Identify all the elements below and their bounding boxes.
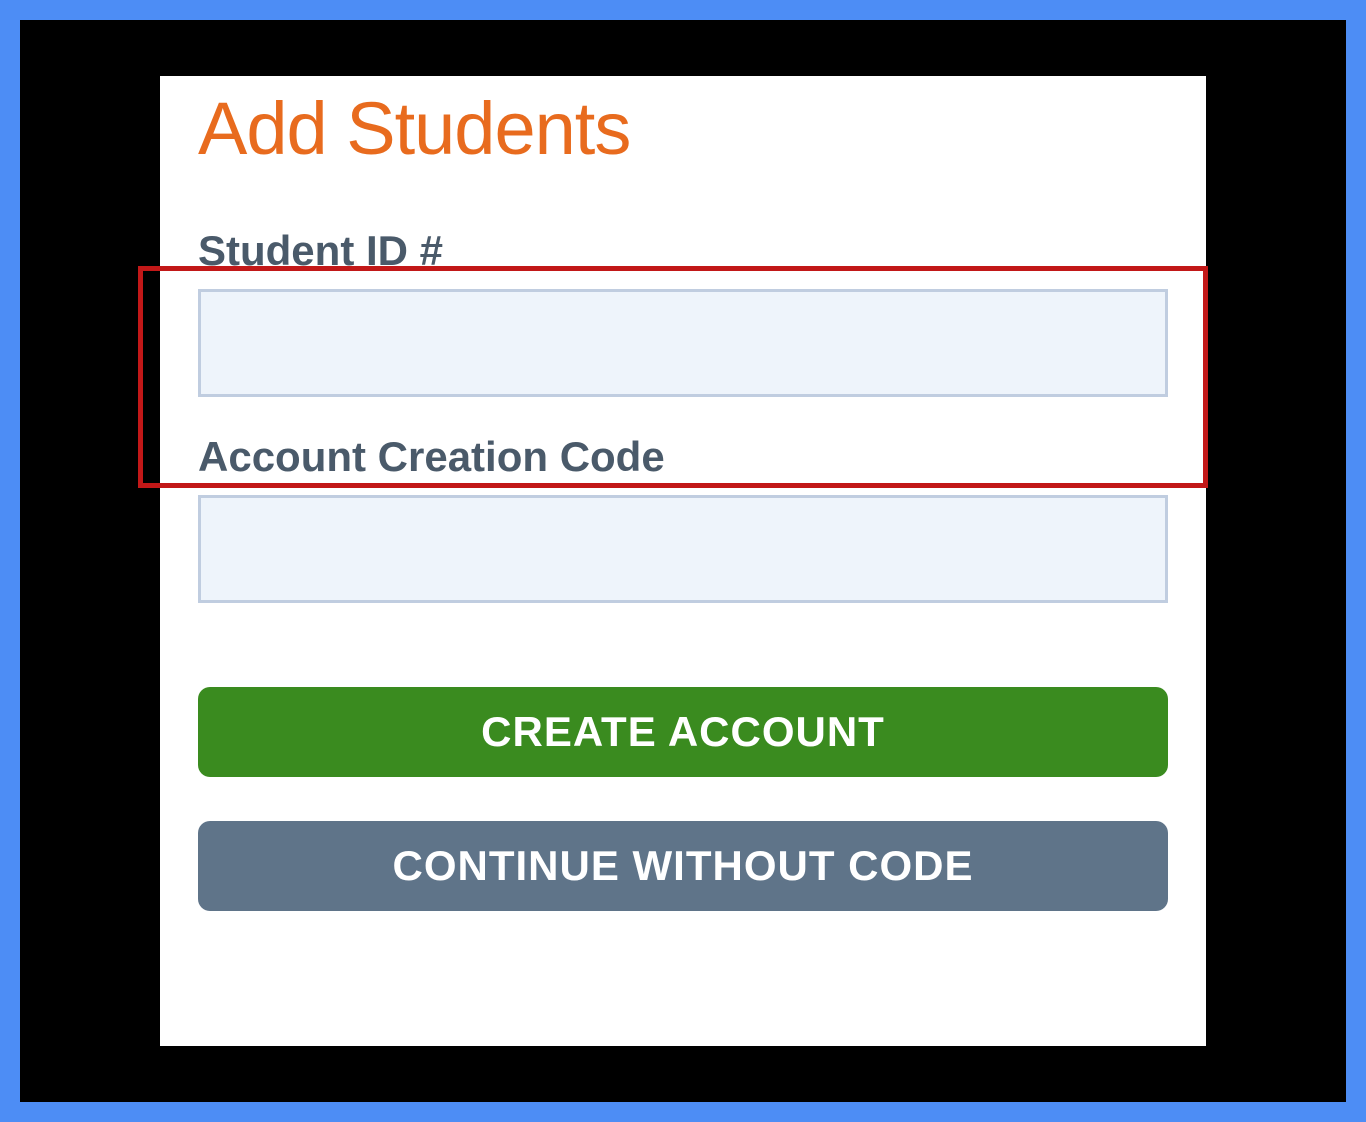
student-id-group: Student ID # (198, 227, 1168, 433)
account-code-label: Account Creation Code (198, 433, 1168, 481)
create-account-button[interactable]: CREATE ACCOUNT (198, 687, 1168, 777)
student-id-label: Student ID # (198, 227, 1168, 275)
page-title: Add Students (198, 86, 1168, 171)
continue-without-code-button[interactable]: CONTINUE WITHOUT CODE (198, 821, 1168, 911)
account-code-group: Account Creation Code (198, 433, 1168, 639)
outer-frame: Add Students Student ID # Account Creati… (20, 20, 1346, 1102)
form-card: Add Students Student ID # Account Creati… (160, 76, 1206, 1046)
student-id-input[interactable] (198, 289, 1168, 397)
account-code-input[interactable] (198, 495, 1168, 603)
